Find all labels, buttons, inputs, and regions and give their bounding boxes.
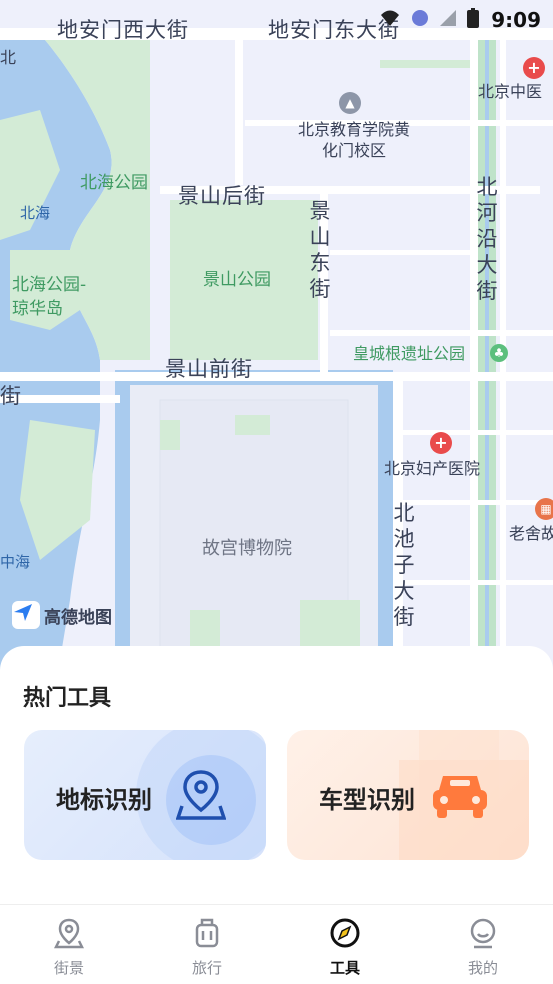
park-label: 北海公园 <box>80 173 148 193</box>
street-view-icon <box>54 918 84 949</box>
water-label: 中海 <box>0 553 31 571</box>
compass-icon <box>330 918 360 948</box>
tools-title: 热门工具 <box>23 686 112 711</box>
street-label: 景山前街 <box>165 357 253 381</box>
water-label: 北海 <box>20 204 51 222</box>
wifi-icon <box>381 10 399 26</box>
car-recognition-label: 车型识别 <box>319 786 415 814</box>
car-recognition-card[interactable]: 车型识别 <box>287 730 529 860</box>
landmark-recognition-label: 地标识别 <box>56 786 152 814</box>
street-label: 景山后街 <box>178 184 266 208</box>
park-pin-icon: ♣ <box>490 344 508 362</box>
poi-label[interactable]: 北京妇产医院 <box>384 461 480 477</box>
poi-label[interactable]: 皇城根遗址公园 <box>353 346 465 362</box>
poi-label: 北 <box>0 48 17 67</box>
status-icons <box>379 8 479 28</box>
poi-label[interactable]: 北京中医 <box>478 84 542 100</box>
street-label: 北池子大街 <box>393 501 415 629</box>
tab-label: 街景 <box>53 959 84 977</box>
poi-label[interactable]: 老舍故 <box>509 526 553 542</box>
poi-label[interactable]: 北京教育学院黄化门校区 <box>294 119 414 161</box>
profile-icon <box>470 918 496 949</box>
tab-label: 旅行 <box>191 959 222 977</box>
tab-profile[interactable]: 我的 <box>414 905 552 984</box>
street-label: 北河沿大街 <box>476 175 498 303</box>
luggage-icon <box>195 918 219 948</box>
map-canvas <box>0 28 553 690</box>
tab-label: 工具 <box>329 959 360 977</box>
map-pin-icon <box>176 770 226 820</box>
status-time: 9:09 <box>491 8 541 32</box>
map-view[interactable]: 地安门西大街 地安门东大街 景山后街 景山前街 景山东街 北河沿大街 北池子大街… <box>0 0 553 690</box>
tab-tools[interactable]: 工具 <box>276 905 414 984</box>
map-provider-name: 高德地图 <box>44 607 112 628</box>
tab-travel[interactable]: 旅行 <box>138 905 276 984</box>
map-provider-logo: 高德地图 <box>12 601 112 629</box>
hospital-icon: + <box>430 432 452 454</box>
signal-icon <box>440 10 456 26</box>
tools-sheet: 热门工具 地标识别 车型识别 <box>0 646 553 908</box>
tab-label: 我的 <box>467 959 498 977</box>
park-label: 景山公园 <box>203 270 271 290</box>
street-label: 街 <box>0 384 22 408</box>
tab-street-view[interactable]: 街景 <box>0 905 138 984</box>
amap-logo-icon <box>12 601 40 629</box>
landmark-recognition-card[interactable]: 地标识别 <box>24 730 266 860</box>
status-bar: 9:09 <box>0 0 553 36</box>
poi-label[interactable]: 故宫博物院 <box>202 540 292 558</box>
sync-icon <box>412 10 428 26</box>
hospital-icon: + <box>523 57 545 79</box>
park-label: 北海公园-琼华岛 <box>12 275 87 319</box>
car-icon <box>433 776 487 818</box>
battery-icon <box>467 8 479 28</box>
street-label: 景山东街 <box>309 199 331 301</box>
school-icon: ▲ <box>339 92 361 114</box>
bottom-tab-bar: 街景 旅行 工具 我的 <box>0 904 553 984</box>
museum-icon: ▦ <box>535 498 553 520</box>
